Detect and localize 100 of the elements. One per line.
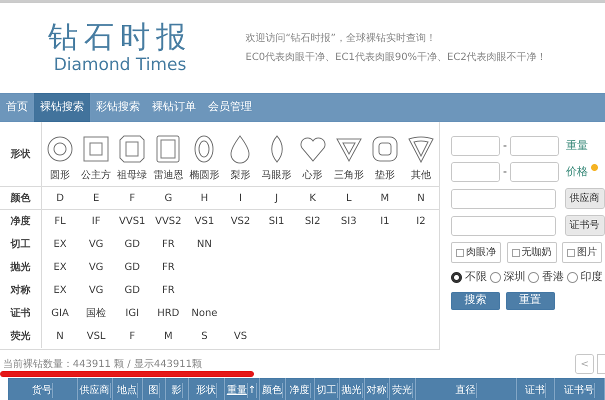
field-button[interactable]: 供应商 [564, 188, 604, 209]
column-header[interactable]: 形状 [189, 378, 225, 400]
filter-option[interactable]: FL [42, 214, 78, 229]
filter-option[interactable]: N [402, 190, 439, 206]
filter-option[interactable]: SI3 [330, 214, 367, 229]
column-header[interactable]: 证书 [517, 378, 555, 400]
range-max-field[interactable] [510, 136, 559, 156]
range-label: 价格 [566, 164, 588, 180]
filter-option[interactable]: I [222, 190, 259, 206]
shape-option[interactable]: 心形 [294, 126, 331, 182]
column-header[interactable]: 对称 [365, 378, 390, 400]
filter-option[interactable]: IF [78, 214, 114, 229]
filter-option[interactable]: GD [114, 260, 150, 275]
filter-option[interactable]: VSL [78, 329, 114, 344]
filter-option[interactable]: M [366, 190, 403, 206]
filter-option[interactable]: None [186, 306, 222, 321]
filter-option[interactable]: SI1 [258, 214, 295, 229]
filter-option[interactable]: VS1 [186, 214, 222, 229]
filter-option[interactable]: VVS1 [114, 214, 150, 229]
column-header[interactable]: 图 [143, 378, 166, 400]
shape-option[interactable]: 椭圆形 [186, 126, 222, 182]
checkbox-option[interactable]: 无咖奶 [506, 242, 556, 263]
filter-option[interactable]: FR [150, 260, 186, 275]
filter-option[interactable]: K [294, 190, 331, 206]
header-label: 供应商 [80, 382, 110, 398]
filter-option[interactable]: H [186, 190, 222, 206]
column-header[interactable]: 供应商 [78, 378, 113, 400]
column-header[interactable]: 荧光 [390, 378, 416, 400]
filter-option[interactable]: SI2 [294, 214, 331, 229]
filter-option[interactable]: F [114, 329, 150, 344]
column-header[interactable]: 直径 [416, 378, 517, 400]
filter-option[interactable]: FR [150, 237, 186, 252]
shape-option[interactable]: 其他 [402, 126, 439, 182]
filter-option[interactable]: VS [222, 329, 259, 344]
filter-option[interactable]: G [150, 190, 186, 206]
filter-label: 颜色 [0, 187, 42, 209]
filter-option[interactable]: NN [186, 237, 222, 252]
column-header[interactable]: 地点 [113, 378, 143, 400]
filter-option[interactable]: L [330, 190, 367, 206]
filter-option[interactable]: M [150, 329, 186, 344]
radio-option[interactable]: 印度 [566, 269, 602, 286]
next-page-button[interactable] [597, 354, 605, 374]
filter-option[interactable]: IGI [114, 306, 150, 321]
filter-option[interactable]: VG [78, 260, 114, 275]
filter-option[interactable]: I1 [366, 214, 403, 229]
shape-option[interactable]: 公主方 [78, 126, 114, 182]
reset-button[interactable]: 重置 [506, 292, 554, 310]
search-button[interactable]: 搜索 [451, 292, 500, 310]
range-min-field[interactable] [451, 136, 500, 156]
shape-label: 圆形 [50, 168, 70, 182]
column-header[interactable]: 证书号 [555, 378, 605, 400]
radio-option[interactable]: 不限 [451, 269, 487, 286]
filter-option[interactable]: S [186, 329, 222, 344]
filter-option[interactable]: EX [42, 260, 78, 275]
filter-option[interactable]: F [114, 190, 150, 206]
range-max-field[interactable] [510, 162, 559, 182]
column-header[interactable]: 影 [166, 378, 189, 400]
filter-option[interactable]: GD [114, 283, 150, 298]
shape-option[interactable]: 雷迪恩 [150, 126, 186, 182]
notice-text: EC0代表肉眼干净、EC1代表肉眼90%干净、EC2代表肉眼不干净！ [246, 50, 547, 65]
column-header[interactable]: 重量↑ [225, 378, 260, 400]
filter-option[interactable]: J [258, 190, 295, 206]
column-header[interactable]: 抛光 [340, 378, 365, 400]
shape-option[interactable]: 垫形 [366, 126, 403, 182]
shape-option[interactable]: 马眼形 [258, 126, 295, 182]
column-header[interactable]: 货号 [8, 378, 78, 400]
filter-option[interactable]: I2 [402, 214, 439, 229]
nav-tab[interactable]: 裸钻搜索 [34, 93, 90, 122]
column-header[interactable]: 切工 [315, 378, 340, 400]
filter-option[interactable]: D [42, 190, 78, 206]
header-label: 对称 [366, 382, 388, 398]
text-field[interactable] [451, 188, 556, 208]
shape-option[interactable]: 三角形 [330, 126, 367, 182]
column-header[interactable]: 颜色 [260, 378, 286, 400]
header-label: 影 [172, 382, 182, 398]
shape-option[interactable]: 圆形 [42, 126, 78, 182]
shape-option[interactable]: 祖母绿 [114, 126, 150, 182]
field-button[interactable]: 证书号 [564, 215, 604, 236]
filter-option[interactable]: HRD [150, 306, 186, 321]
filter-option[interactable]: GD [114, 237, 150, 252]
text-field[interactable] [451, 216, 556, 236]
checkbox-option[interactable]: 图片 [562, 242, 602, 263]
filter-option[interactable]: VVS2 [150, 214, 186, 229]
radio-option[interactable]: 深圳 [490, 269, 526, 286]
filter-option[interactable]: 国检 [78, 306, 114, 321]
filter-option[interactable]: VG [78, 283, 114, 298]
radio-option[interactable]: 香港 [528, 269, 564, 286]
filter-option[interactable]: N [42, 329, 78, 344]
column-header[interactable]: 净度 [286, 378, 315, 400]
filter-label: 抛光 [0, 256, 42, 279]
filter-option[interactable]: E [78, 190, 114, 206]
filter-option[interactable]: GIA [42, 306, 78, 321]
filter-option[interactable]: EX [42, 283, 78, 298]
filter-option[interactable]: VS2 [222, 214, 259, 229]
filter-option[interactable]: FR [150, 283, 186, 298]
range-min-field[interactable] [451, 162, 500, 182]
filter-option[interactable]: EX [42, 237, 78, 252]
filter-option[interactable]: VG [78, 237, 114, 252]
checkbox-option[interactable]: 肉眼净 [451, 242, 501, 263]
shape-option[interactable]: 梨形 [222, 126, 259, 182]
